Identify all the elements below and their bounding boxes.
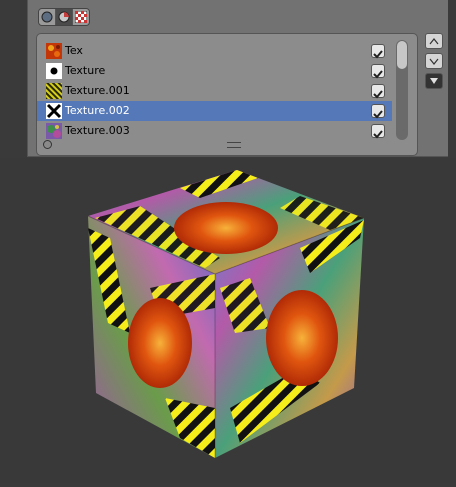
- item-label: Texture.003: [65, 124, 130, 137]
- checker-icon: [75, 11, 87, 23]
- item-label: Texture: [65, 64, 106, 77]
- triangle-down-icon: [429, 58, 439, 65]
- specials-button[interactable]: [425, 73, 443, 89]
- list-item-selected[interactable]: Texture.002: [37, 101, 392, 121]
- list-side-buttons: [425, 33, 443, 89]
- item-label: Texture.002: [65, 104, 130, 117]
- item-label: Texture.001: [65, 84, 130, 97]
- dot-texture-icon: [46, 63, 62, 79]
- list-item[interactable]: Texture.001: [37, 81, 392, 101]
- item-label: Tex: [65, 44, 83, 57]
- menu-down-icon: [430, 78, 438, 84]
- checkmark-icon: [373, 110, 383, 119]
- lava-texture-icon: [46, 43, 62, 59]
- move-down-button[interactable]: [425, 53, 443, 69]
- texture-type-selector: [38, 8, 90, 26]
- checkmark-icon: [373, 50, 383, 59]
- textured-cube-render: [87, 170, 365, 458]
- enabled-checkbox[interactable]: [371, 44, 385, 59]
- plus-icon[interactable]: [43, 140, 52, 149]
- 3d-viewport[interactable]: [0, 158, 456, 483]
- enabled-checkbox[interactable]: [371, 64, 385, 79]
- scrollbar-thumb[interactable]: [397, 41, 407, 69]
- other-texture-tab[interactable]: [73, 9, 89, 25]
- material-texture-tab[interactable]: [56, 9, 73, 25]
- material-ball-icon: [58, 11, 70, 23]
- world-texture-tab[interactable]: [39, 9, 56, 25]
- texture-slots-panel: Tex Texture Texture.001 Texture.002 Text…: [27, 0, 448, 157]
- list-item[interactable]: Texture: [37, 61, 392, 81]
- triangle-up-icon: [429, 38, 439, 45]
- stripes-texture-icon: [46, 83, 62, 99]
- move-up-button[interactable]: [425, 33, 443, 49]
- swirl-texture-icon: [46, 123, 62, 139]
- list-scrollbar[interactable]: [396, 40, 408, 140]
- list-resize-handle[interactable]: [227, 142, 241, 148]
- sphere-icon: [41, 11, 53, 23]
- list-item[interactable]: Tex: [37, 41, 392, 61]
- checkmark-icon: [373, 90, 383, 99]
- enabled-checkbox[interactable]: [371, 124, 385, 139]
- checkmark-icon: [373, 130, 383, 139]
- checkmark-icon: [373, 70, 383, 79]
- texture-list: Tex Texture Texture.001 Texture.002 Text…: [36, 33, 418, 156]
- cross-texture-icon: [46, 103, 62, 119]
- enabled-checkbox[interactable]: [371, 104, 385, 119]
- list-item[interactable]: Texture.003: [37, 121, 392, 141]
- enabled-checkbox[interactable]: [371, 84, 385, 99]
